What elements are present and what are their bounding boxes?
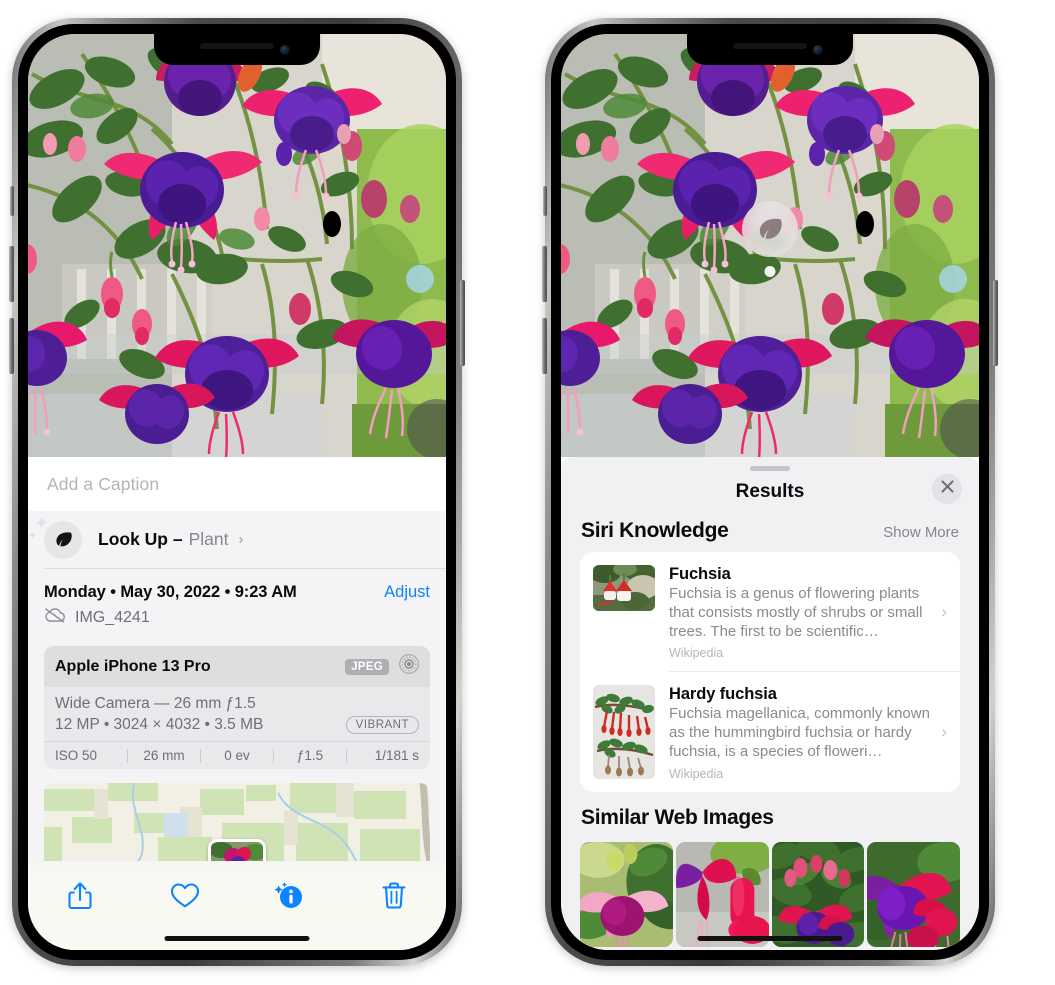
front-camera-icon bbox=[280, 45, 290, 55]
share-button[interactable] bbox=[52, 876, 108, 920]
camera-model: Apple iPhone 13 Pro bbox=[55, 657, 211, 675]
sparkle-small-icon: ✦ bbox=[28, 529, 38, 542]
web-image-thumbnail[interactable] bbox=[867, 841, 960, 947]
look-up-title: Look Up – bbox=[98, 529, 183, 549]
silent-switch[interactable] bbox=[543, 186, 547, 216]
volume-down-button[interactable] bbox=[9, 318, 14, 374]
visual-look-up-dot bbox=[764, 266, 776, 277]
camera-lens-line: Wide Camera — 26 mm ƒ1.5 bbox=[55, 695, 256, 712]
favorite-button[interactable] bbox=[157, 876, 213, 920]
result-description: Fuchsia is a genus of flowering plants t… bbox=[669, 585, 923, 640]
result-description: Fuchsia magellanica, commonly known as t… bbox=[669, 705, 930, 760]
list-item[interactable]: Hardy fuchsia Fuchsia magellanica, commo… bbox=[580, 672, 960, 791]
photographic-style-badge: VIBRANT bbox=[345, 716, 419, 734]
show-more-button[interactable]: Show More bbox=[883, 524, 959, 541]
home-indicator[interactable] bbox=[164, 936, 310, 941]
share-icon bbox=[67, 881, 93, 916]
camera-card-header: Apple iPhone 13 Pro JPEG bbox=[44, 646, 430, 687]
info-button[interactable] bbox=[261, 876, 317, 920]
close-icon bbox=[940, 479, 955, 499]
exif-focal: 26 mm bbox=[143, 748, 185, 763]
chevron-right-icon: › bbox=[941, 721, 947, 741]
format-badge: JPEG bbox=[345, 658, 389, 675]
front-camera-icon bbox=[813, 45, 823, 55]
info-icon bbox=[272, 881, 306, 916]
chevron-right-icon: › bbox=[941, 601, 947, 621]
leaf-icon: ✦ ✦ bbox=[28, 513, 82, 559]
location-map[interactable] bbox=[44, 783, 430, 861]
power-button[interactable] bbox=[460, 280, 465, 366]
results-header: Results bbox=[561, 471, 979, 513]
siri-knowledge-title: Siri Knowledge bbox=[581, 519, 729, 542]
result-title: Fuchsia bbox=[669, 565, 731, 583]
exif-row: ISO 50 26 mm 0 ev ƒ1.5 1/181 s bbox=[44, 741, 430, 769]
volume-down-button[interactable] bbox=[542, 318, 547, 374]
result-source: Wikipedia bbox=[669, 646, 724, 661]
notch bbox=[154, 34, 320, 65]
right-phone-bezel: Results Siri Knowledge Show More Fuchsia… bbox=[551, 24, 989, 960]
web-image-thumbnail[interactable] bbox=[675, 841, 769, 947]
list-item[interactable]: Fuchsia Fuchsia is a genus of flowering … bbox=[580, 552, 960, 671]
silent-switch[interactable] bbox=[10, 186, 14, 216]
caption-field[interactable]: Add a Caption bbox=[28, 457, 446, 511]
home-indicator[interactable] bbox=[697, 936, 843, 941]
similar-web-images-strip[interactable] bbox=[561, 841, 979, 947]
date-block: Monday • May 30, 2022 • 9:23 AM Adjust I… bbox=[28, 569, 446, 638]
power-button[interactable] bbox=[993, 280, 998, 366]
close-button[interactable] bbox=[932, 474, 962, 504]
photo-date: Monday • May 30, 2022 • 9:23 AM bbox=[44, 583, 297, 601]
earpiece-speaker bbox=[200, 43, 274, 49]
exif-exposure: 0 ev bbox=[224, 748, 250, 763]
web-image-thumbnail[interactable] bbox=[771, 841, 865, 947]
siri-knowledge-header: Siri Knowledge Show More bbox=[561, 513, 979, 552]
visual-look-up-badge[interactable] bbox=[742, 201, 798, 257]
camera-card-body: Wide Camera — 26 mm ƒ1.5 12 MP • 3024 × … bbox=[44, 687, 430, 741]
volume-up-button[interactable] bbox=[542, 246, 547, 302]
exif-iso: ISO 50 bbox=[55, 748, 98, 763]
look-up-subject: Plant bbox=[188, 529, 229, 549]
results-title: Results bbox=[735, 481, 805, 502]
cloud-slash-icon bbox=[44, 607, 66, 628]
result-thumbnail bbox=[593, 685, 655, 780]
earpiece-speaker bbox=[733, 43, 807, 49]
result-thumbnail bbox=[593, 565, 655, 611]
notch bbox=[687, 34, 853, 65]
web-image-thumbnail[interactable] bbox=[580, 841, 673, 947]
volume-up-button[interactable] bbox=[9, 246, 14, 302]
right-phone-screen: Results Siri Knowledge Show More Fuchsia… bbox=[561, 34, 979, 950]
photo-filename: IMG_4241 bbox=[75, 608, 150, 626]
photo-viewer[interactable] bbox=[28, 34, 446, 457]
similar-web-images-title: Similar Web Images bbox=[581, 805, 774, 829]
adjust-button[interactable]: Adjust bbox=[384, 583, 430, 602]
map-photo-pin[interactable] bbox=[208, 839, 266, 861]
caption-placeholder: Add a Caption bbox=[47, 473, 160, 494]
left-phone-screen: Add a Caption ✦ ✦ Look Up – Plant › Mond… bbox=[28, 34, 446, 950]
exif-shutter: 1/181 s bbox=[374, 748, 419, 763]
left-phone-bezel: Add a Caption ✦ ✦ Look Up – Plant › Mond… bbox=[18, 24, 456, 960]
look-up-label: Look Up – Plant › bbox=[98, 529, 243, 550]
trash-icon bbox=[381, 881, 407, 916]
left-phone-device: Add a Caption ✦ ✦ Look Up – Plant › Mond… bbox=[9, 18, 465, 966]
similar-web-images-header: Similar Web Images bbox=[561, 792, 979, 836]
look-up-row[interactable]: ✦ ✦ Look Up – Plant › bbox=[28, 511, 446, 568]
siri-knowledge-card: Fuchsia Fuchsia is a genus of flowering … bbox=[580, 552, 960, 792]
delete-button[interactable] bbox=[366, 876, 422, 920]
camera-spec-line: 12 MP • 3024 × 4032 • 3.5 MB bbox=[55, 716, 264, 733]
right-phone-device: Results Siri Knowledge Show More Fuchsia… bbox=[542, 18, 998, 966]
result-title: Hardy fuchsia bbox=[669, 685, 777, 704]
result-source: Wikipedia bbox=[669, 766, 724, 781]
chevron-right-icon: › bbox=[238, 531, 244, 548]
aperture-icon bbox=[398, 653, 420, 680]
camera-info-card: Apple iPhone 13 Pro JPEG Wide Camera — 2… bbox=[44, 646, 430, 769]
sparkle-icon: ✦ bbox=[34, 512, 50, 533]
exif-aperture: ƒ1.5 bbox=[296, 748, 324, 763]
heart-icon bbox=[170, 882, 200, 914]
results-sheet: Results Siri Knowledge Show More Fuchsia… bbox=[561, 457, 979, 950]
